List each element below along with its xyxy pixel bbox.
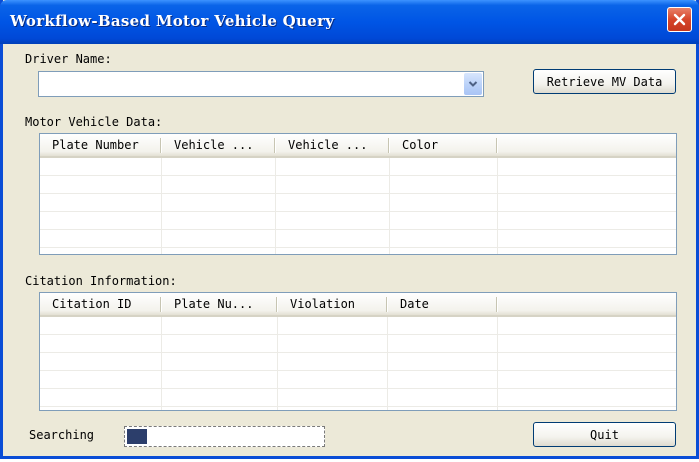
grid-column-line bbox=[161, 317, 162, 410]
grid-row-line bbox=[40, 211, 676, 212]
dialog-content: Driver Name: Retrieve MV Data Motor Vehi… bbox=[3, 44, 696, 456]
grid-column-line bbox=[275, 158, 276, 254]
grid-column-line bbox=[387, 317, 388, 410]
citation-grid[interactable]: Citation ID Plate Nu... Violation Date bbox=[39, 292, 677, 411]
motor-vehicle-grid-header: Plate Number Vehicle ... Vehicle ... Col… bbox=[40, 134, 676, 158]
column-header-vehicle-1[interactable]: Vehicle ... bbox=[162, 134, 274, 156]
column-header-violation[interactable]: Violation bbox=[278, 293, 386, 315]
retrieve-mv-data-button[interactable]: Retrieve MV Data bbox=[533, 69, 676, 94]
grid-row-line bbox=[40, 334, 676, 335]
grid-row-line bbox=[40, 193, 676, 194]
citation-information-label: Citation Information: bbox=[25, 274, 177, 288]
quit-button[interactable]: Quit bbox=[533, 422, 676, 447]
driver-name-combobox[interactable] bbox=[38, 71, 484, 97]
grid-column-line bbox=[497, 317, 498, 410]
chevron-down-icon bbox=[468, 81, 478, 87]
search-progress-bar bbox=[124, 426, 325, 447]
column-header-empty[interactable] bbox=[498, 293, 676, 315]
grid-row-line bbox=[40, 370, 676, 371]
grid-row-line bbox=[40, 388, 676, 389]
grid-row-line bbox=[40, 247, 676, 248]
title-bar[interactable]: Workflow-Based Motor Vehicle Query bbox=[0, 0, 699, 44]
grid-column-line bbox=[389, 158, 390, 254]
column-header-vehicle-2[interactable]: Vehicle ... bbox=[276, 134, 388, 156]
dialog-window: Workflow-Based Motor Vehicle Query Drive… bbox=[0, 0, 699, 459]
grid-column-line bbox=[277, 317, 278, 410]
grid-row-line bbox=[40, 175, 676, 176]
close-button[interactable] bbox=[667, 7, 692, 32]
grid-row-line bbox=[40, 352, 676, 353]
grid-row-line bbox=[40, 229, 676, 230]
window-title: Workflow-Based Motor Vehicle Query bbox=[10, 12, 335, 30]
column-header-color[interactable]: Color bbox=[390, 134, 496, 156]
driver-name-label: Driver Name: bbox=[25, 52, 112, 66]
progress-fill bbox=[127, 429, 147, 444]
motor-vehicle-grid[interactable]: Plate Number Vehicle ... Vehicle ... Col… bbox=[39, 133, 677, 255]
column-header-empty[interactable] bbox=[498, 134, 676, 156]
column-header-plate-number[interactable]: Plate Number bbox=[40, 134, 160, 156]
citation-grid-header: Citation ID Plate Nu... Violation Date bbox=[40, 293, 676, 317]
grid-column-line bbox=[497, 158, 498, 254]
searching-label: Searching bbox=[29, 428, 95, 442]
grid-row-line bbox=[40, 406, 676, 407]
motor-vehicle-data-label: Motor Vehicle Data: bbox=[25, 115, 163, 129]
close-icon bbox=[673, 13, 686, 26]
driver-name-dropdown-button[interactable] bbox=[464, 73, 482, 95]
column-header-citation-id[interactable]: Citation ID bbox=[40, 293, 160, 315]
column-header-date[interactable]: Date bbox=[388, 293, 496, 315]
grid-column-line bbox=[161, 158, 162, 254]
column-header-plate-number[interactable]: Plate Nu... bbox=[162, 293, 276, 315]
